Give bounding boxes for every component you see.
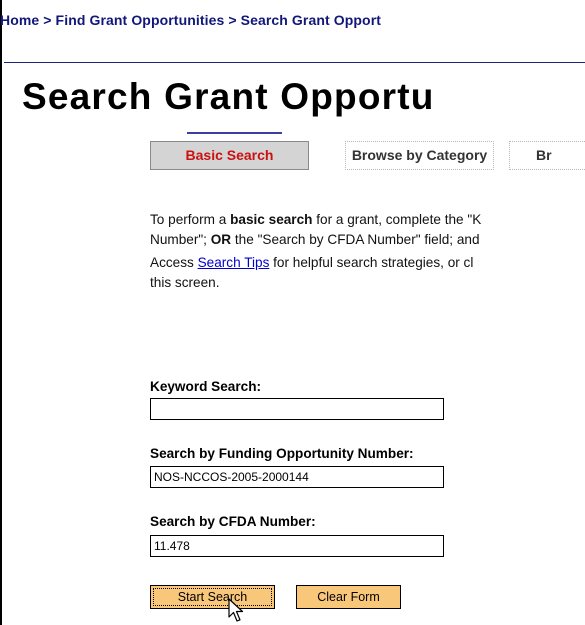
intro-text: for a grant, complete the "K [312,212,482,227]
header-divider [4,62,585,63]
window-left-border [0,0,2,625]
intro-emphasis: basic search [230,212,313,227]
tab-browse-by-category[interactable]: Browse by Category [345,141,494,170]
keyword-input[interactable] [150,398,444,420]
intro-text: Number"; [150,232,211,247]
search-tips-link[interactable]: Search Tips [198,255,270,270]
mouse-pointer-icon [228,598,244,622]
tips-text: Access [150,255,198,270]
funding-number-label: Search by Funding Opportunity Number: [150,446,414,461]
intro-text: To perform a [150,212,231,227]
start-search-button[interactable]: Start Search [150,585,275,609]
keyword-label: Keyword Search: [150,379,262,394]
tab-basic-search[interactable]: Basic Search [150,141,309,170]
intro-emphasis: OR [210,232,232,247]
page-title: Search Grant Opportu [22,76,435,117]
tips-text: this screen. [150,275,220,290]
tips-text: for helpful search strategies, or cl [269,255,474,270]
tab-browse-other[interactable]: Br [509,141,585,170]
clear-form-button[interactable]: Clear Form [296,585,401,609]
intro-paragraph: To perform a basic search for a grant, c… [150,210,585,250]
cfda-number-input[interactable] [150,535,444,557]
tab-underline [187,132,282,134]
cfda-number-label: Search by CFDA Number: [150,514,316,529]
tips-paragraph: Access Search Tips for helpful search st… [150,253,585,293]
search-tabs: Basic Search Browse by Category Br [150,132,585,172]
breadcrumb[interactable]: Home > Find Grant Opportunities > Search… [0,12,585,28]
funding-number-input[interactable] [150,466,444,488]
intro-text: the "Search by CFDA Number" field; and [231,232,480,247]
